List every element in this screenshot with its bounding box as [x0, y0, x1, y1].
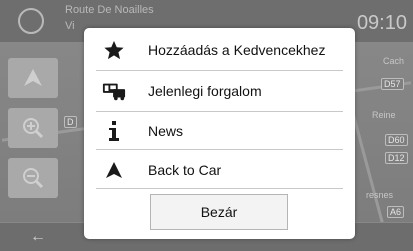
compass-icon[interactable]	[18, 8, 44, 34]
route-badge: D12	[385, 152, 408, 164]
current-street: Route De Noailles	[65, 4, 154, 16]
navigation-arrow-icon	[102, 158, 126, 182]
menu-divider	[96, 188, 343, 189]
route-badge: A6	[387, 206, 405, 218]
current-street-continued: Vi	[65, 20, 75, 32]
north-up-arrow-icon	[24, 69, 42, 86]
menu-item-news[interactable]: News	[84, 112, 355, 150]
north-up-button[interactable]	[8, 58, 58, 98]
zoom-out-icon	[23, 168, 44, 189]
zoom-out-button[interactable]	[8, 158, 58, 198]
menu-item-label: Back to Car	[148, 162, 222, 178]
context-menu-popup: Hozzáadás a Kedvencekhez Jelenlegi forga…	[84, 28, 355, 239]
close-button[interactable]: Bezár	[150, 194, 288, 230]
clock: 09:10	[356, 12, 407, 34]
traffic-icon	[102, 79, 126, 103]
map-place-label: Cach	[383, 56, 405, 66]
menu-item-label: Jelenlegi forgalom	[148, 83, 262, 99]
map-controls	[8, 58, 58, 200]
back-arrow-icon[interactable]: ←	[30, 228, 46, 246]
zoom-in-button[interactable]	[8, 108, 58, 148]
menu-item-add-favourite[interactable]: Hozzáadás a Kedvencekhez	[84, 31, 355, 69]
menu-divider	[96, 70, 343, 71]
star-icon	[102, 38, 126, 62]
route-badge: D57	[381, 78, 404, 90]
menu-item-label: News	[148, 123, 184, 139]
menu-item-traffic[interactable]: Jelenlegi forgalom	[84, 72, 355, 110]
route-badge: D60	[385, 134, 408, 146]
info-icon	[102, 119, 126, 143]
zoom-in-icon	[23, 118, 44, 139]
menu-item-back-to-car[interactable]: Back to Car	[84, 151, 355, 189]
route-badge: D	[64, 116, 77, 128]
menu-divider	[96, 149, 343, 150]
map-place-label: resnes	[366, 190, 394, 200]
menu-item-label: Hozzáadás a Kedvencekhez	[148, 42, 326, 58]
map-place-label: Reine	[372, 110, 396, 120]
